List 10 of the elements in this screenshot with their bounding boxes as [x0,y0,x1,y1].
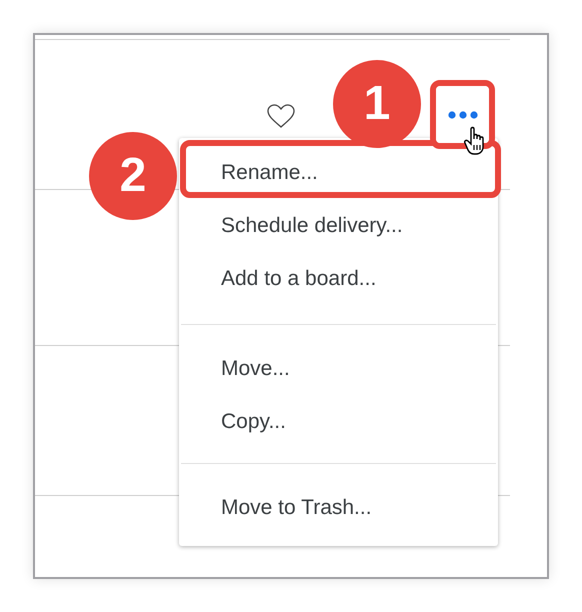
more-button[interactable] [436,86,489,143]
menu-item[interactable]: Add to a board... [179,252,498,305]
menu-item[interactable]: Move... [179,342,498,395]
menu-item[interactable]: Move to Trash... [179,481,498,534]
menu-item[interactable]: Schedule delivery... [179,199,498,252]
heart-icon[interactable] [267,104,295,129]
menu-item[interactable]: Copy... [179,395,498,448]
more-icon [448,110,478,118]
step-badge: 1 [333,60,421,148]
step-badge: 2 [89,132,177,220]
